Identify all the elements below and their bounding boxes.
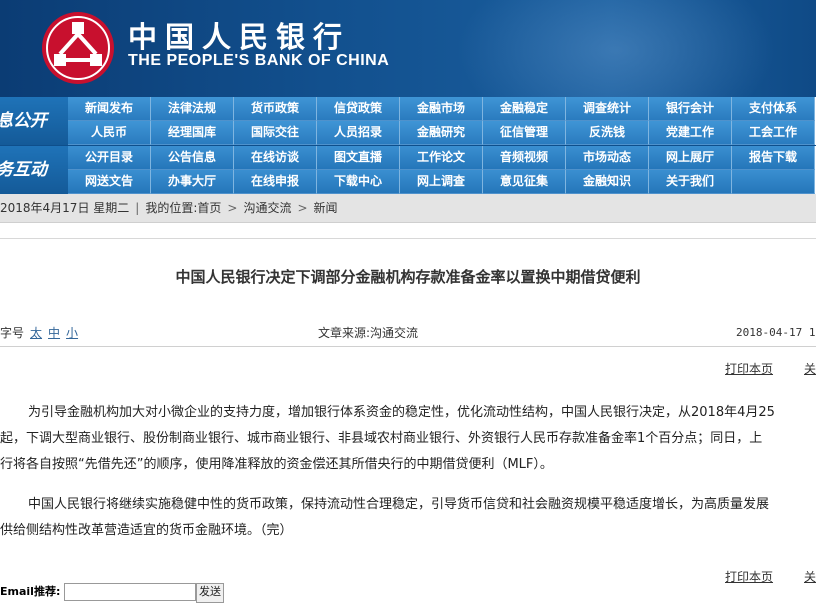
pboc-emblem-icon[interactable] [40,10,116,86]
nav-item[interactable]: 金融知识 [566,170,649,194]
nav-item[interactable]: 调查统计 [566,97,649,121]
article-title: 中国人民银行决定下调部分金融机构存款准备金率以置换中期借贷便利 [175,268,641,286]
nav-item[interactable]: 反洗钱 [566,121,649,145]
main-nav: 息公开 新闻发布 法律法规 货币政策 信贷政策 金融市场 金融稳定 调查统计 银行会计 支付体系… [0,97,816,194]
nav-item[interactable]: 经理国库 [151,121,234,145]
print-page-link[interactable]: 打印本页 [725,360,773,377]
header-banner: 中国人民银行 THE PEOPLE'S BANK OF CHINA [0,0,816,97]
nav-item[interactable]: 关于我们 [649,170,732,194]
nav-item[interactable]: 货币政策 [234,97,317,121]
close-page-link-bottom[interactable]: 关 [804,568,816,585]
nav-item[interactable]: 金融研究 [400,121,483,145]
nav-row-interaction: 务互动 公开目录 公告信息 在线访谈 图文直播 工作论文 音频视频 市场动态 网上展厅 报告下载… [0,146,816,194]
nav-row-info-public: 息公开 新闻发布 法律法规 货币政策 信贷政策 金融市场 金融稳定 调查统计 银行会计 支付体系… [0,97,816,145]
font-size-large[interactable]: 太 [30,326,42,340]
nav-item[interactable]: 工会工作 [732,121,815,145]
font-size-label: 字号 [0,326,25,340]
nav-item[interactable]: 公告信息 [151,146,234,170]
print-page-link-bottom[interactable]: 打印本页 [725,568,773,585]
nav-item[interactable]: 党建工作 [649,121,732,145]
nav-item[interactable]: 意见征集 [483,170,566,194]
nav-item[interactable]: 网上调查 [400,170,483,194]
nav-item [732,170,815,194]
nav-item[interactable]: 网上展厅 [649,146,732,170]
nav-item[interactable]: 下载中心 [317,170,400,194]
font-size-medium[interactable]: 中 [48,326,60,340]
nav-item[interactable]: 征信管理 [483,121,566,145]
nav-item[interactable]: 公开目录 [68,146,151,170]
nav-section-label: 息公开 [0,97,68,145]
nav-item[interactable]: 在线访谈 [234,146,317,170]
nav-item[interactable]: 办事大厅 [151,170,234,194]
close-page-link[interactable]: 关 [804,360,816,377]
current-date: 2018年4月17日 星期二 [0,201,130,215]
bank-name-cn: 中国人民银行 [128,20,351,54]
breadcrumb-section[interactable]: 沟通交流 [243,194,291,222]
article-meta: 字号太中小 文章来源:沟通交流 2018-04-17 18 [0,322,816,344]
nav-section-label: 务互动 [0,146,68,194]
chevron-right-icon: > [227,201,238,215]
breadcrumb: 2018年4月17日 星期二 | 我的位置:首页 > 沟通交流 > 新闻 [0,194,816,223]
nav-item[interactable]: 工作论文 [400,146,483,170]
chevron-right-icon: > [297,201,308,215]
article-date: 2018-04-17 18 [736,326,816,339]
nav-item[interactable]: 在线申报 [234,170,317,194]
email-input[interactable] [64,583,196,601]
article-paragraph-2: 中国人民银行将继续实施稳健中性的货币政策，保持流动性合理稳定，引导货币信贷和社会… [0,497,770,538]
nav-item[interactable]: 人民币 [68,121,151,145]
breadcrumb-subsection[interactable]: 新闻 [314,194,338,222]
email-label: Email推荐: [0,585,61,598]
nav-item[interactable]: 新闻发布 [68,97,151,121]
send-button[interactable]: 发送 [196,583,224,603]
nav-item[interactable]: 法律法规 [151,97,234,121]
bank-name-en: THE PEOPLE'S BANK OF CHINA [128,52,390,69]
article-source: 文章来源:沟通交流 [318,326,419,340]
nav-item[interactable]: 人员招录 [317,121,400,145]
nav-item[interactable]: 金融市场 [400,97,483,121]
nav-item[interactable]: 银行会计 [649,97,732,121]
nav-item[interactable]: 信贷政策 [317,97,400,121]
nav-item[interactable]: 报告下载 [732,146,815,170]
breadcrumb-home[interactable]: 首页 [197,194,221,222]
nav-item[interactable]: 国际交往 [234,121,317,145]
nav-item[interactable]: 网送文告 [68,170,151,194]
nav-item[interactable]: 支付体系 [732,97,815,121]
nav-item[interactable]: 图文直播 [317,146,400,170]
nav-item[interactable]: 音频视频 [483,146,566,170]
nav-item[interactable]: 市场动态 [566,146,649,170]
font-size-small[interactable]: 小 [66,326,78,340]
nav-item[interactable]: 金融稳定 [483,97,566,121]
position-label: 我的位置: [145,201,198,215]
article-paragraph-1: 为引导金融机构加大对小微企业的支持力度，增加银行体系资金的稳定性，优化流动性结构… [0,405,775,472]
